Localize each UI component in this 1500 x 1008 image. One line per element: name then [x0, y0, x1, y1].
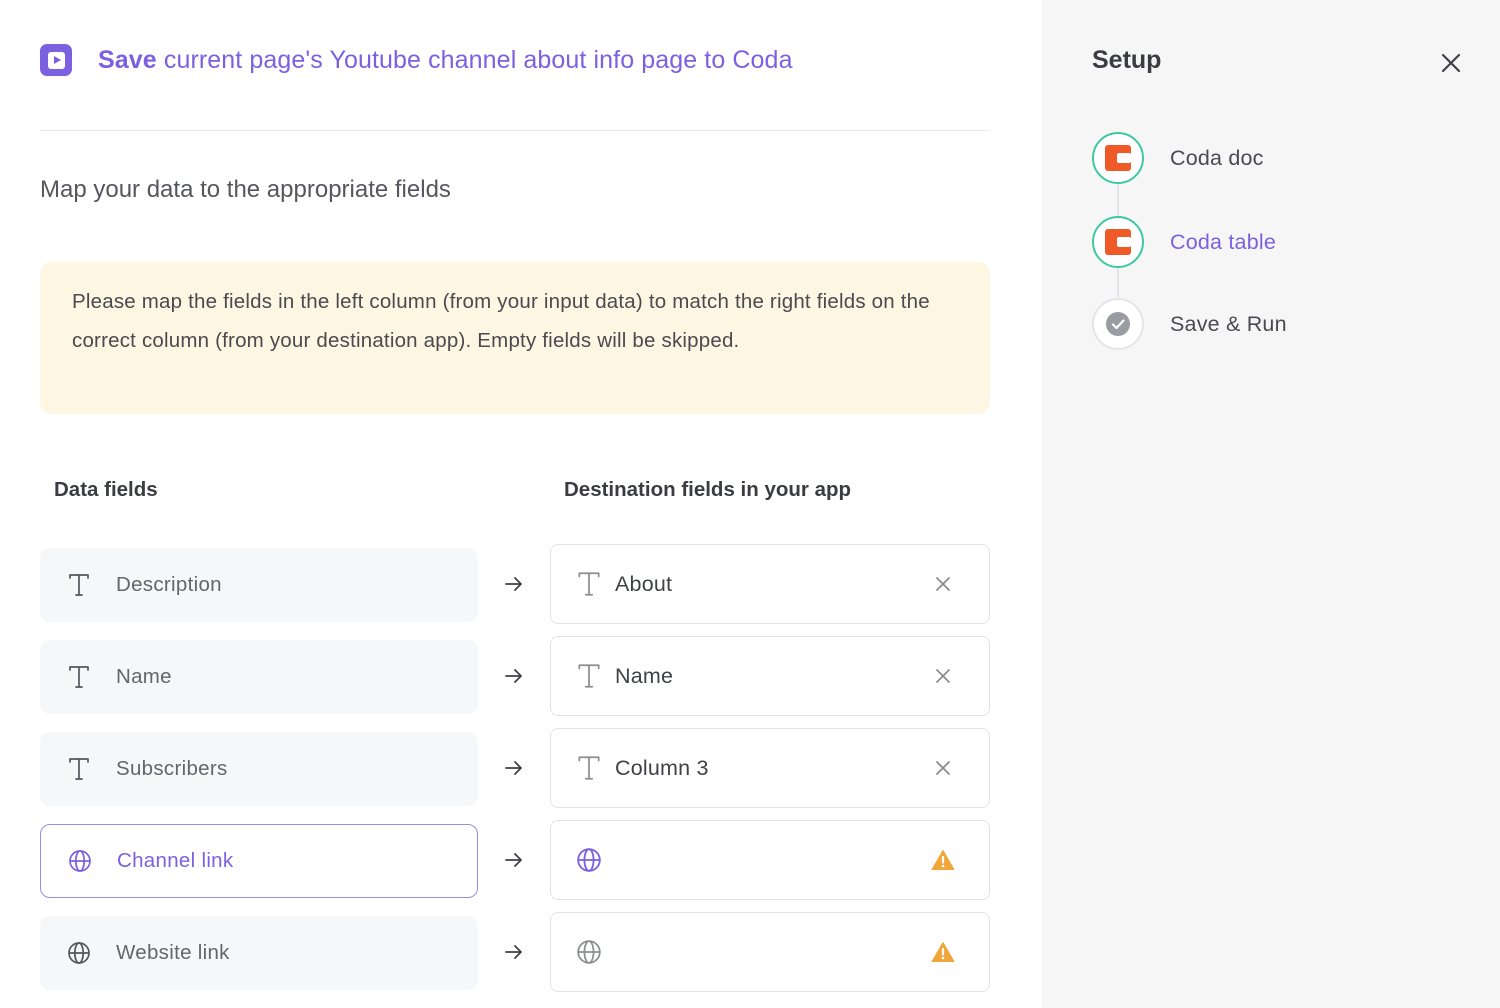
text-type-icon	[575, 662, 603, 690]
text-type-icon	[575, 570, 603, 598]
text-type-icon	[575, 754, 603, 782]
main-panel: Save current page's Youtube channel abou…	[0, 0, 1042, 1008]
arrow-right-icon	[505, 945, 522, 959]
automation-header: Save current page's Youtube channel abou…	[40, 44, 793, 76]
destination-field-label: About	[615, 571, 673, 596]
destination-field-empty[interactable]	[550, 912, 990, 992]
text-type-icon	[66, 756, 92, 782]
globe-icon	[575, 938, 603, 966]
mapping-notice: Please map the fields in the left column…	[40, 262, 990, 414]
source-field-channel-link[interactable]: Channel link	[40, 824, 478, 898]
clear-icon[interactable]	[931, 664, 955, 688]
sidebar-title: Setup	[1092, 46, 1162, 74]
automation-title: Save current page's Youtube channel abou…	[98, 46, 793, 75]
destination-field-name[interactable]: Name	[550, 636, 990, 716]
text-type-icon	[66, 664, 92, 690]
globe-icon	[67, 848, 93, 874]
section-heading: Map your data to the appropriate fields	[40, 176, 451, 203]
destination-field-about[interactable]: About	[550, 544, 990, 624]
destination-field-label: Column 3	[615, 755, 709, 780]
globe-icon	[66, 940, 92, 966]
step-coda-table[interactable]: Coda table	[1092, 216, 1276, 268]
warning-icon	[931, 848, 955, 872]
destination-field-empty[interactable]	[550, 820, 990, 900]
step-coda-doc[interactable]: Coda doc	[1092, 132, 1264, 184]
text-type-icon	[66, 572, 92, 598]
step-save-run[interactable]: Save & Run	[1092, 298, 1287, 350]
clear-icon[interactable]	[931, 756, 955, 780]
close-icon[interactable]	[1438, 50, 1464, 76]
arrow-right-icon	[505, 853, 522, 867]
source-field-label: Description	[116, 573, 222, 596]
destination-field-column-3[interactable]: Column 3	[550, 728, 990, 808]
coda-logo-icon	[1092, 216, 1144, 268]
play-icon	[40, 44, 72, 76]
source-field-label: Website link	[116, 941, 230, 964]
step-label: Coda doc	[1170, 145, 1264, 170]
source-field-name[interactable]: Name	[40, 640, 478, 714]
arrow-right-icon	[505, 761, 522, 775]
coda-logo-icon	[1092, 132, 1144, 184]
data-fields-header: Data fields	[54, 478, 158, 501]
destination-fields-header: Destination fields in your app	[564, 478, 852, 501]
warning-icon	[931, 940, 955, 964]
source-field-label: Subscribers	[116, 757, 228, 780]
arrow-right-icon	[505, 669, 522, 683]
setup-sidebar: Setup Coda doc Coda table Save & Run	[1042, 0, 1500, 1008]
header-divider	[40, 130, 990, 131]
source-field-website-link[interactable]: Website link	[40, 916, 478, 990]
title-description: current page's Youtube channel about inf…	[156, 45, 793, 74]
step-connector	[1117, 184, 1119, 216]
source-field-subscribers[interactable]: Subscribers	[40, 732, 478, 806]
arrow-right-icon	[505, 577, 522, 591]
source-field-description[interactable]: Description	[40, 548, 478, 622]
step-connector	[1117, 268, 1119, 300]
step-label: Coda table	[1170, 229, 1276, 254]
title-action: Save	[98, 45, 157, 74]
clear-icon[interactable]	[931, 572, 955, 596]
source-field-label: Name	[116, 665, 172, 688]
source-field-label: Channel link	[117, 849, 234, 872]
check-circle-icon	[1092, 298, 1144, 350]
step-label: Save & Run	[1170, 311, 1287, 336]
destination-field-label: Name	[615, 663, 674, 688]
globe-icon	[575, 846, 603, 874]
